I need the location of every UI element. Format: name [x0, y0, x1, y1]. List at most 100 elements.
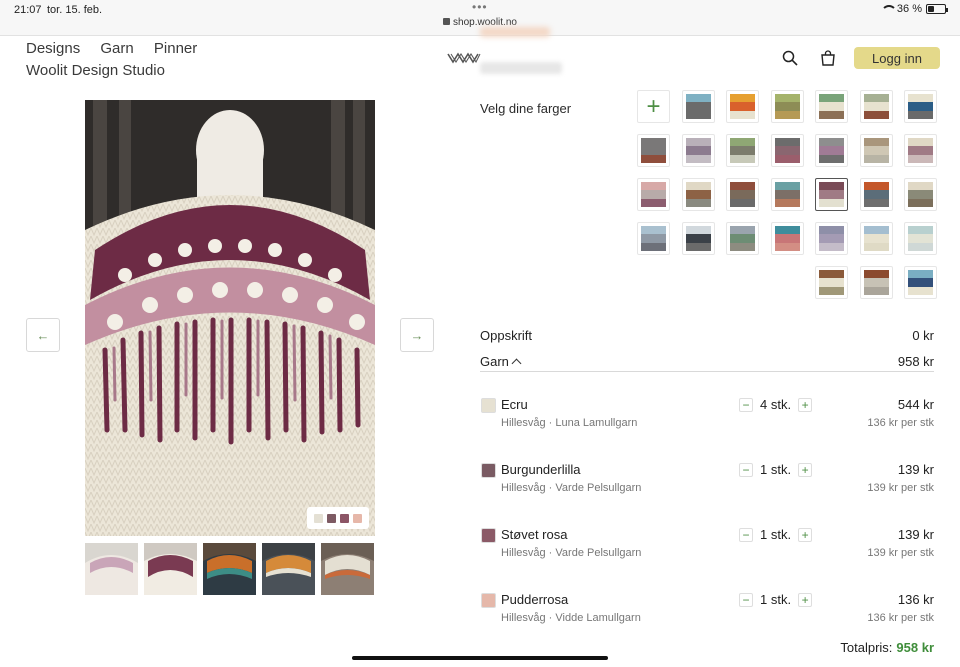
- next-image-button[interactable]: →: [400, 318, 434, 352]
- color-option[interactable]: [726, 134, 759, 167]
- add-color-button[interactable]: +: [637, 90, 670, 123]
- thumbnail[interactable]: [85, 543, 138, 595]
- nav-pinner[interactable]: Pinner: [154, 40, 197, 57]
- arrow-left-icon: ←: [36, 327, 50, 343]
- color-option[interactable]: [770, 134, 804, 167]
- decrease-button[interactable]: −: [739, 397, 753, 412]
- color-dot: [314, 513, 323, 523]
- color-dot: [353, 513, 362, 523]
- quantity-stepper: −1 stk. +: [739, 592, 813, 607]
- color-option[interactable]: [904, 178, 937, 211]
- color-option[interactable]: [859, 222, 893, 255]
- shopping-bag-icon[interactable]: [816, 46, 840, 70]
- lock-icon: [443, 18, 451, 25]
- nav-design-studio[interactable]: Woolit Design Studio: [26, 62, 213, 79]
- color-option[interactable]: [726, 222, 759, 255]
- color-option[interactable]: [726, 178, 759, 211]
- more-dots-icon[interactable]: •••: [472, 0, 488, 14]
- color-option[interactable]: [681, 134, 715, 167]
- color-option[interactable]: [904, 90, 937, 123]
- color-option[interactable]: [859, 134, 893, 167]
- yarn-item: Ecru Hillesvåg · Luna Lamullgarn −4 stk. +5…: [480, 397, 934, 437]
- color-option[interactable]: [904, 134, 937, 167]
- yarn-item: Pudderrosa Hillesvåg · Vidde Lamullgarn −1…: [480, 592, 934, 632]
- increase-button[interactable]: +: [798, 592, 813, 607]
- quantity-value: 1 stk.: [760, 527, 792, 542]
- color-option[interactable]: [815, 222, 848, 255]
- decrease-button[interactable]: −: [739, 462, 753, 477]
- pattern-row: Oppskrift 0 kr: [480, 328, 934, 343]
- color-swatch: [685, 138, 711, 163]
- color-swatch: [641, 138, 666, 163]
- color-option[interactable]: [815, 90, 848, 123]
- decrease-button[interactable]: −: [739, 592, 753, 607]
- color-option[interactable]: [770, 178, 804, 211]
- pattern-label: Oppskrift: [480, 328, 533, 343]
- thumbnail[interactable]: [203, 543, 256, 595]
- yarn-toggle[interactable]: Garn: [480, 354, 522, 369]
- color-option[interactable]: [815, 134, 848, 167]
- color-option[interactable]: [681, 90, 715, 123]
- login-button[interactable]: Logg inn: [854, 47, 940, 69]
- color-option[interactable]: [681, 178, 715, 211]
- decrease-button[interactable]: −: [739, 527, 753, 542]
- color-swatch: [863, 182, 889, 207]
- color-option[interactable]: [770, 222, 804, 255]
- divider: [480, 371, 934, 372]
- increase-button[interactable]: +: [798, 527, 813, 542]
- color-option[interactable]: [859, 90, 893, 123]
- yarn-source: Hillesvåg · Varde Pelsullgarn: [501, 547, 642, 559]
- yarn-color-chip: [481, 463, 496, 478]
- color-swatch: [774, 226, 800, 251]
- quantity-value: 1 stk.: [760, 462, 792, 477]
- color-swatch: [730, 94, 755, 119]
- color-option[interactable]: [770, 90, 804, 123]
- color-swatch: [908, 226, 933, 251]
- color-option[interactable]: [904, 266, 937, 299]
- color-option[interactable]: [904, 222, 937, 255]
- increase-button[interactable]: +: [798, 397, 813, 412]
- color-option[interactable]: [637, 134, 670, 167]
- color-dot: [327, 513, 336, 523]
- previous-image-button[interactable]: ←: [26, 318, 60, 352]
- yarn-unit-price: 139 kr per stk: [867, 482, 934, 494]
- color-option[interactable]: [859, 266, 893, 299]
- nav-designs[interactable]: Designs: [26, 40, 80, 57]
- color-swatch: [819, 182, 844, 207]
- color-option[interactable]: [726, 90, 759, 123]
- product-image[interactable]: [85, 100, 375, 536]
- color-swatch: [774, 94, 800, 119]
- total-price: Totalpris: 958 kr: [840, 640, 934, 655]
- yarn-name: Pudderrosa: [501, 592, 569, 607]
- color-swatch: [685, 94, 711, 119]
- quantity-value: 1 stk.: [760, 592, 792, 607]
- quantity-value: 4 stk.: [760, 397, 792, 412]
- thumbnail[interactable]: [262, 543, 315, 595]
- color-swatch: [819, 270, 844, 295]
- color-dot: [340, 513, 349, 523]
- address-bar[interactable]: shop.woolit.no: [0, 17, 960, 28]
- color-option[interactable]: [637, 222, 670, 255]
- quantity-stepper: −4 stk. +: [739, 397, 813, 412]
- plus-icon: +: [646, 92, 661, 120]
- color-swatch: [774, 138, 800, 163]
- thumbnail[interactable]: [321, 543, 374, 595]
- yarn-price: 544 kr: [897, 397, 934, 412]
- thumbnail[interactable]: [144, 543, 197, 595]
- color-swatch: [730, 226, 755, 251]
- color-option[interactable]: [859, 178, 893, 211]
- nav-garn[interactable]: Garn: [100, 40, 133, 57]
- color-swatch: [730, 138, 755, 163]
- color-option[interactable]: [681, 222, 715, 255]
- woolit-logo[interactable]: [447, 51, 481, 65]
- yarn-row[interactable]: Garn 958 kr: [480, 354, 934, 369]
- color-option[interactable]: [815, 178, 848, 211]
- total-label: Totalpris:: [840, 640, 893, 655]
- increase-button[interactable]: +: [798, 462, 813, 477]
- home-indicator[interactable]: [352, 656, 608, 660]
- color-option[interactable]: [815, 266, 848, 299]
- color-option[interactable]: [637, 178, 670, 211]
- color-swatch: [641, 182, 666, 207]
- search-icon[interactable]: [778, 46, 802, 70]
- quantity-stepper: −1 stk. +: [739, 462, 813, 477]
